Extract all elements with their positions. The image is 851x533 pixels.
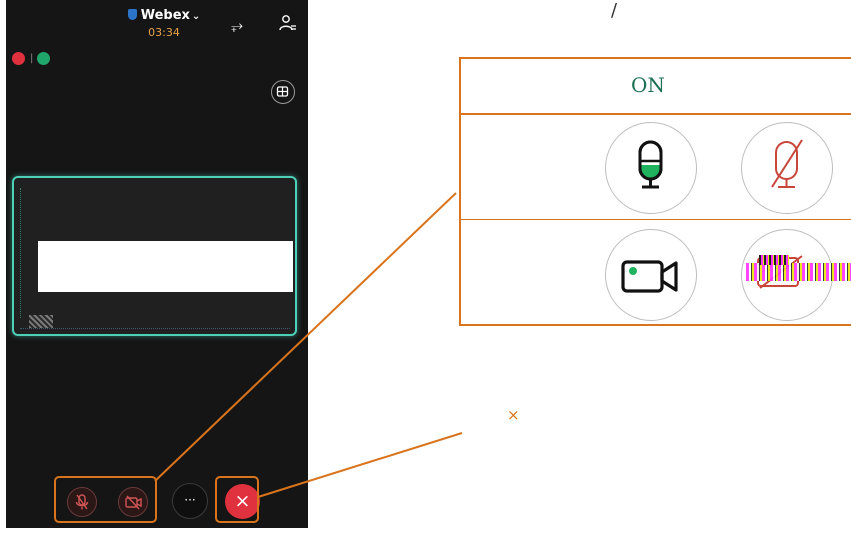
callout-line-controls bbox=[154, 192, 457, 482]
microphone-off-icon bbox=[771, 139, 803, 188]
camera-icon bbox=[621, 260, 678, 293]
annotation-slash: / bbox=[611, 0, 618, 21]
callout-line-end-call bbox=[257, 432, 463, 498]
microphone-on-sample bbox=[605, 122, 697, 214]
legend-header-row: ON bbox=[461, 59, 851, 115]
legend-row-divider bbox=[461, 219, 851, 220]
camera-on-sample bbox=[605, 229, 697, 321]
rendering-artifact bbox=[746, 263, 851, 281]
rendering-artifact bbox=[759, 255, 789, 265]
legend-header-on: ON bbox=[631, 73, 665, 97]
annotation-cross: × bbox=[507, 406, 520, 424]
icon-legend-table: ON bbox=[459, 57, 851, 326]
microphone-off-sample bbox=[741, 122, 833, 214]
microphone-icon bbox=[638, 140, 663, 189]
